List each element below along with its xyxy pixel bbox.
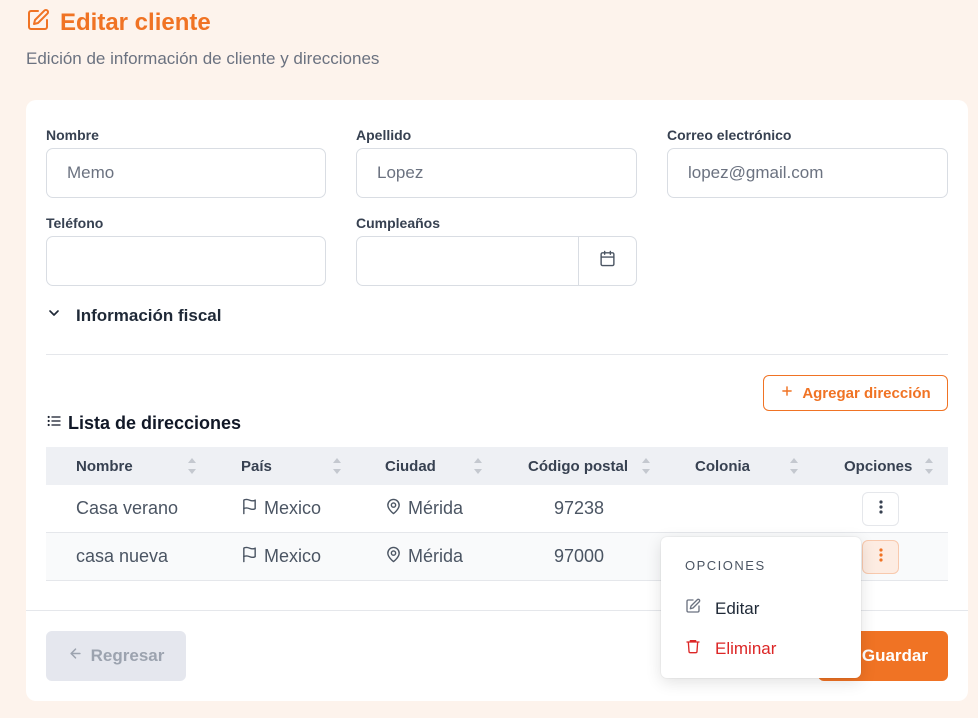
row-ciudad: Mérida xyxy=(385,533,463,580)
calendar-icon xyxy=(599,250,616,272)
back-label: Regresar xyxy=(90,646,165,665)
cumpleanos-input[interactable] xyxy=(356,236,637,286)
section-divider xyxy=(46,354,948,355)
telefono-input[interactable] xyxy=(46,236,326,286)
fiscal-info-label: Información fiscal xyxy=(76,305,222,325)
sort-icon[interactable] xyxy=(789,455,799,477)
nombre-label: Nombre xyxy=(46,127,99,143)
fiscal-info-toggle[interactable]: Información fiscal xyxy=(46,305,221,326)
map-pin-icon xyxy=(385,546,402,568)
menu-item-delete[interactable]: Eliminar xyxy=(685,638,776,659)
page-subtitle: Edición de información de cliente y dire… xyxy=(26,49,380,68)
calendar-button[interactable] xyxy=(578,237,636,285)
flag-icon xyxy=(241,498,258,520)
edit-icon xyxy=(26,8,50,37)
chevron-down-icon xyxy=(46,305,62,326)
page-header: Editar cliente Edición de información de… xyxy=(26,8,379,69)
col-opciones: Opciones xyxy=(844,457,913,475)
back-button[interactable]: Regresar xyxy=(46,631,186,681)
trash-icon xyxy=(685,638,701,659)
add-address-label: Agregar dirección xyxy=(802,384,931,402)
menu-heading: OPCIONES xyxy=(685,558,766,573)
sort-icon[interactable] xyxy=(473,455,483,477)
col-ciudad[interactable]: Ciudad xyxy=(385,447,436,485)
row-pais: Mexico xyxy=(241,533,321,580)
plus-icon xyxy=(780,384,794,402)
map-pin-icon xyxy=(385,498,402,520)
menu-item-edit[interactable]: Editar xyxy=(685,598,759,619)
nombre-input[interactable]: Memo xyxy=(46,148,326,198)
address-list-title: Lista de direcciones xyxy=(68,413,242,433)
col-nombre[interactable]: Nombre xyxy=(76,447,133,485)
sort-icon[interactable] xyxy=(187,455,197,477)
cumpleanos-label: Cumpleaños xyxy=(356,215,441,231)
page-title: Editar cliente xyxy=(60,8,211,36)
row-options-button[interactable] xyxy=(862,540,899,574)
row-nombre: Casa verano xyxy=(76,498,179,518)
table-row: Casa verano Mexico Mérida 97238 xyxy=(46,485,948,533)
table-header: Nombre País Ciudad Código postal Colonia… xyxy=(46,447,948,485)
row-codigo-postal: 97238 xyxy=(554,498,605,518)
col-pais[interactable]: País xyxy=(241,447,272,485)
row-pais: Mexico xyxy=(241,485,321,532)
sort-icon[interactable] xyxy=(641,455,651,477)
row-options-button[interactable] xyxy=(862,492,899,526)
row-nombre: casa nueva xyxy=(76,546,169,566)
arrow-left-icon xyxy=(68,646,83,666)
address-list-heading: Lista de direcciones xyxy=(46,413,241,434)
correo-input[interactable]: lopez@gmail.com xyxy=(667,148,948,198)
col-codigo-postal[interactable]: Código postal xyxy=(528,447,628,485)
telefono-label: Teléfono xyxy=(46,215,104,231)
col-colonia[interactable]: Colonia xyxy=(695,447,750,485)
row-ciudad: Mérida xyxy=(385,485,463,532)
pencil-square-icon xyxy=(685,598,701,619)
flag-icon xyxy=(241,546,258,568)
options-menu: OPCIONES Editar Eliminar xyxy=(661,537,861,678)
apellido-label: Apellido xyxy=(356,127,412,143)
list-icon xyxy=(46,413,62,434)
add-address-button[interactable]: Agregar dirección xyxy=(763,375,948,411)
row-codigo-postal: 97000 xyxy=(554,546,605,566)
sort-icon[interactable] xyxy=(924,455,934,477)
apellido-input[interactable]: Lopez xyxy=(356,148,637,198)
correo-label: Correo electrónico xyxy=(667,127,792,143)
more-vertical-icon xyxy=(878,547,883,567)
sort-icon[interactable] xyxy=(332,455,342,477)
more-vertical-icon xyxy=(878,499,883,519)
